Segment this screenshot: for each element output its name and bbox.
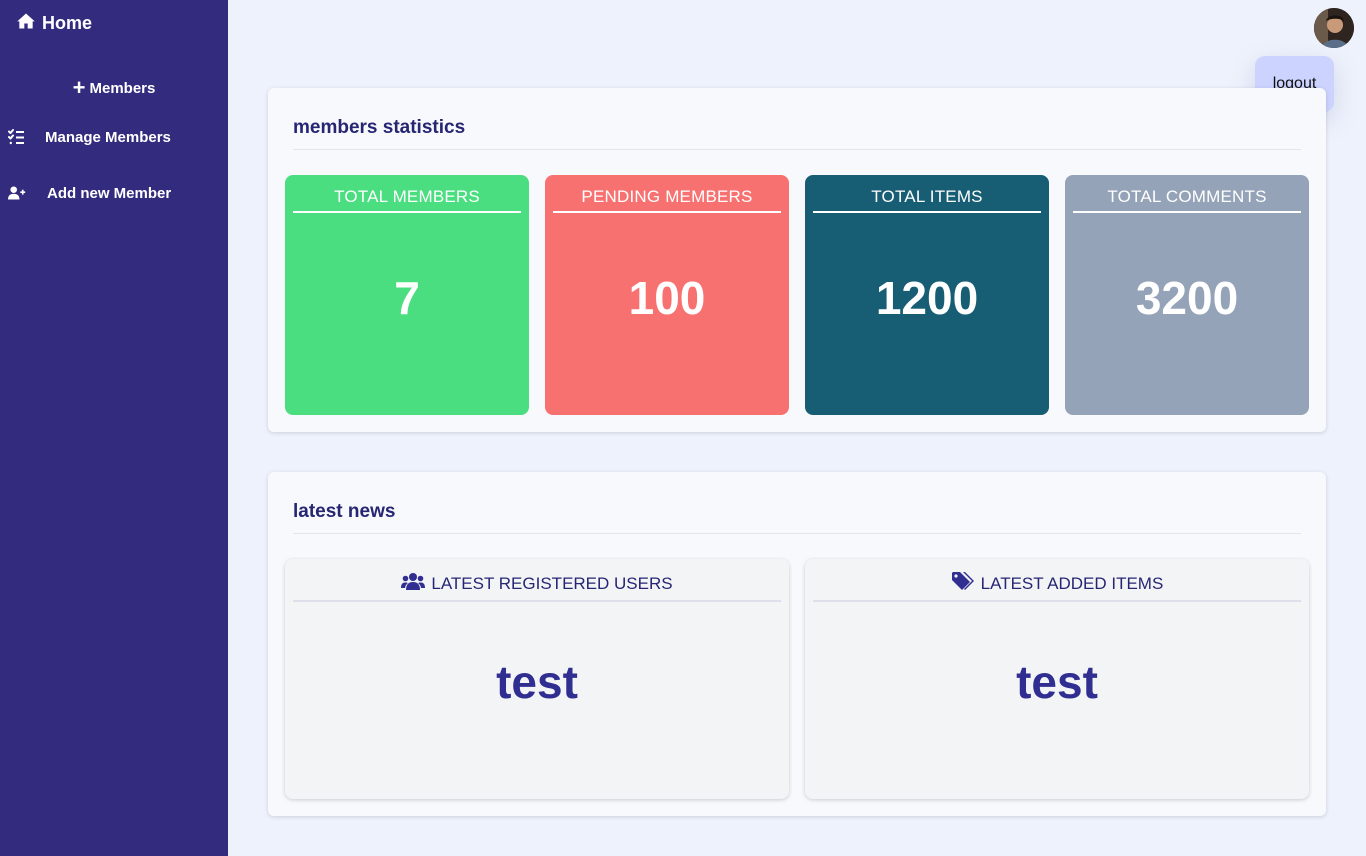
news-card-latest-registered-users: LATEST REGISTERED USERS test [285, 559, 789, 799]
stat-card-label: TOTAL ITEMS [813, 187, 1041, 213]
panel-title: latest news [293, 501, 396, 522]
news-card-value: test [1016, 656, 1098, 708]
stat-card-value: 100 [628, 272, 706, 324]
stat-card-value: 3200 [1135, 272, 1239, 324]
stat-card-label: TOTAL COMMENTS [1073, 187, 1301, 213]
sidebar-item-label: Manage Members [45, 128, 171, 146]
stat-card-total-items: TOTAL ITEMS 1200 [805, 175, 1049, 415]
home-label: Home [42, 13, 93, 33]
news-card-label: LATEST ADDED ITEMS [980, 573, 1164, 593]
latest-news-panel: latest news LATEST REGISTERED USERS test [268, 472, 1326, 816]
stat-card-total-comments: TOTAL COMMENTS 3200 [1065, 175, 1309, 415]
news-card-latest-added-items: LATEST ADDED ITEMS test [805, 559, 1309, 799]
divider [293, 533, 1301, 534]
stat-card-value: 1200 [875, 272, 979, 324]
sidebar-item-add-new-member[interactable]: Add new Member [8, 184, 171, 202]
home-link[interactable]: Home [16, 11, 92, 36]
sidebar-item-label: Add new Member [47, 184, 172, 202]
home-icon [16, 11, 36, 36]
members-section-label: Members [89, 79, 156, 97]
tags-icon [951, 571, 975, 596]
list-check-icon [8, 128, 26, 146]
news-card-value: test [496, 656, 578, 708]
stat-card-total-members: TOTAL MEMBERS 7 [285, 175, 529, 415]
user-plus-icon [8, 184, 26, 202]
avatar[interactable] [1314, 8, 1354, 48]
news-card-header: LATEST REGISTERED USERS [293, 571, 781, 602]
stat-card-pending-members: PENDING MEMBERS 100 [545, 175, 789, 415]
news-card-header: LATEST ADDED ITEMS [813, 571, 1301, 602]
stat-card-value: 7 [394, 272, 420, 324]
news-card-label: LATEST REGISTERED USERS [431, 573, 673, 593]
divider [293, 149, 1301, 150]
members-section-header[interactable]: + Members [0, 75, 228, 100]
plus-icon: + [72, 75, 86, 100]
panel-title: members statistics [293, 117, 466, 138]
members-statistics-panel: members statistics TOTAL MEMBERS 7 PENDI… [268, 88, 1326, 432]
sidebar: Home + Members Manage Members Add new Me… [0, 0, 228, 856]
stat-card-label: TOTAL MEMBERS [293, 187, 521, 213]
stat-card-label: PENDING MEMBERS [553, 187, 781, 213]
users-icon [401, 571, 426, 596]
sidebar-item-manage-members[interactable]: Manage Members [8, 128, 171, 146]
